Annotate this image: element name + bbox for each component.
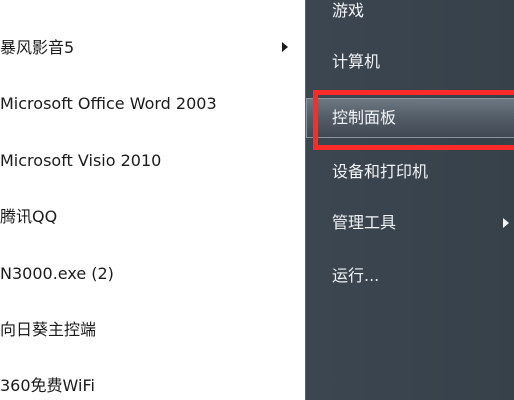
program-label: N3000.exe (2) [0, 264, 114, 283]
system-item-label: 设备和打印机 [332, 162, 429, 181]
program-label: 暴风影音5 [0, 38, 75, 57]
program-item-qq[interactable]: 腾讯QQ [0, 197, 300, 237]
system-item-label: 计算机 [332, 52, 381, 71]
program-item-360wifi[interactable]: 360免费WiFi [0, 366, 300, 400]
system-links-pane: 游戏 计算机 控制面板 设备和打印机 管理工具 运行... [305, 0, 514, 400]
system-item-run[interactable]: 运行... [306, 256, 514, 296]
program-label: Microsoft Office Word 2003 [0, 94, 217, 113]
program-label: Microsoft Visio 2010 [0, 151, 162, 170]
system-item-computer[interactable]: 计算机 [306, 42, 514, 82]
system-item-control-panel[interactable]: 控制面板 [306, 98, 514, 138]
start-menu: 暴风影音5 Microsoft Office Word 2003 Microso… [0, 0, 514, 400]
program-item-n3000[interactable]: N3000.exe (2) [0, 254, 300, 294]
programs-pane: 暴风影音5 Microsoft Office Word 2003 Microso… [0, 0, 305, 400]
program-item-visio-2010[interactable]: Microsoft Visio 2010 [0, 141, 300, 181]
system-item-label: 游戏 [332, 1, 365, 20]
system-item-label: 运行... [332, 266, 380, 285]
system-item-label: 控制面板 [332, 108, 397, 127]
program-label: 向日葵主控端 [0, 320, 97, 339]
chevron-right-icon [282, 42, 288, 52]
system-item-devices-printers[interactable]: 设备和打印机 [306, 152, 514, 192]
program-item-word-2003[interactable]: Microsoft Office Word 2003 [0, 84, 300, 124]
system-item-games[interactable]: 游戏 [306, 0, 514, 31]
program-item-sunlogin[interactable]: 向日葵主控端 [0, 310, 300, 350]
program-label: 腾讯QQ [0, 207, 58, 226]
system-item-admin-tools[interactable]: 管理工具 [306, 203, 514, 243]
program-label: 360免费WiFi [0, 376, 95, 395]
chevron-right-icon [503, 218, 509, 228]
program-item-baofeng[interactable]: 暴风影音5 [0, 28, 300, 68]
system-item-label: 管理工具 [332, 213, 397, 232]
